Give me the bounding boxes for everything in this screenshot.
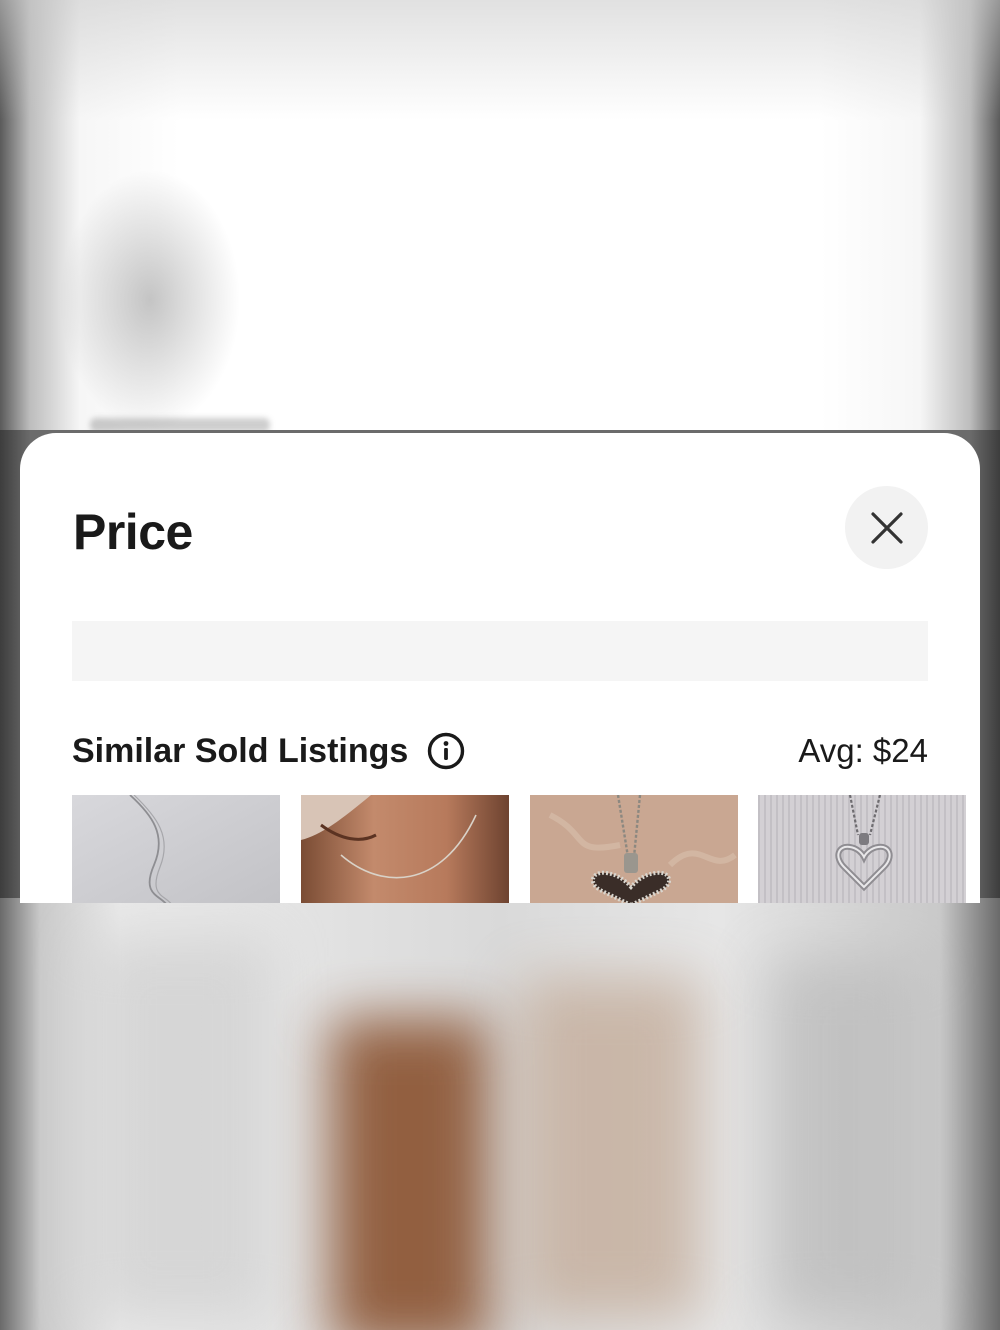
average-price: Avg: $24 — [798, 732, 928, 769]
similar-sold-header: Similar Sold Listings Avg: $24 — [72, 729, 928, 773]
heart-pendant-rhinestone-image — [530, 795, 738, 903]
necklace-on-neck-image — [301, 795, 509, 903]
section-title: Similar Sold Listings — [72, 731, 409, 770]
listing-thumbnail[interactable] — [72, 795, 280, 903]
blurred-background-bottom — [0, 898, 1000, 1330]
listing-thumbnail[interactable] — [530, 795, 738, 903]
info-icon — [428, 732, 465, 770]
silver-chain-necklace-image — [72, 795, 280, 903]
sheet-title: Price — [73, 504, 193, 560]
listing-thumbnail[interactable] — [758, 795, 966, 903]
price-input-placeholder[interactable] — [72, 621, 928, 681]
listing-thumbnail[interactable] — [301, 795, 509, 903]
close-button[interactable] — [845, 486, 928, 569]
close-icon — [870, 511, 903, 544]
blurred-background-top — [0, 0, 1000, 432]
price-bottom-sheet: Price Similar Sold Listings Avg: $24 — [20, 433, 980, 903]
silver-heart-pendant-image — [758, 795, 966, 903]
info-button[interactable] — [426, 731, 466, 771]
